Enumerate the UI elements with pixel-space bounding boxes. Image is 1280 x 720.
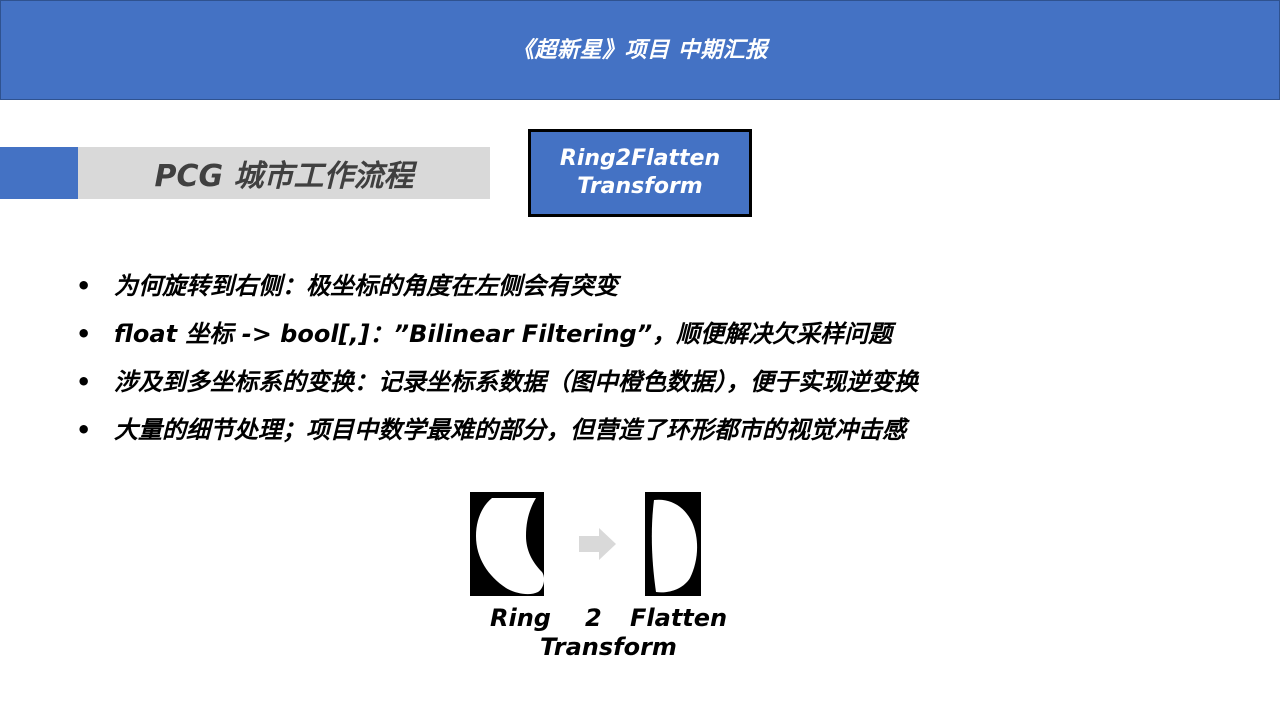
slide: 《超新星》项目 中期汇报 PCG 城市工作流程 Ring2Flatten Tra…: [0, 0, 1280, 720]
ring2flatten-badge: Ring2Flatten Transform: [528, 129, 752, 217]
badge-line-1: Ring2Flatten: [559, 146, 721, 171]
bullet-item: 涉及到多坐标系的变换：记录坐标系数据（图中橙色数据），便于实现逆变换: [76, 358, 918, 406]
section-title: PCG 城市工作流程: [154, 159, 414, 194]
flatten-image: [645, 492, 701, 596]
right-arrow-icon: [579, 528, 616, 560]
bullet-item: 大量的细节处理；项目中数学最难的部分，但营造了环形都市的视觉冲击感: [76, 406, 918, 454]
section-title-box: PCG 城市工作流程: [78, 147, 490, 199]
figure-label-ring: Ring: [490, 604, 551, 632]
ring-image: [470, 492, 549, 596]
figure-label-flatten: Flatten: [630, 604, 728, 632]
bullet-item: float 坐标 -> bool[,]：”Bilinear Filtering”…: [76, 310, 918, 358]
ring-to-flatten-figure: [470, 492, 702, 596]
figure-label-two: 2: [585, 604, 602, 632]
figure-svg: [470, 492, 701, 596]
header-bar: 《超新星》项目 中期汇报: [0, 0, 1280, 100]
section-accent-block: [0, 147, 78, 199]
badge-text: Ring2Flatten Transform: [560, 145, 720, 201]
figure-label-transform: Transform: [540, 633, 677, 661]
header-title: 《超新星》项目 中期汇报: [512, 38, 768, 63]
bullet-item: 为何旋转到右侧：极坐标的角度在左侧会有突变: [76, 262, 918, 310]
badge-line-2: Transform: [577, 174, 703, 199]
bullet-list: 为何旋转到右侧：极坐标的角度在左侧会有突变 float 坐标 -> bool[,…: [76, 262, 918, 454]
